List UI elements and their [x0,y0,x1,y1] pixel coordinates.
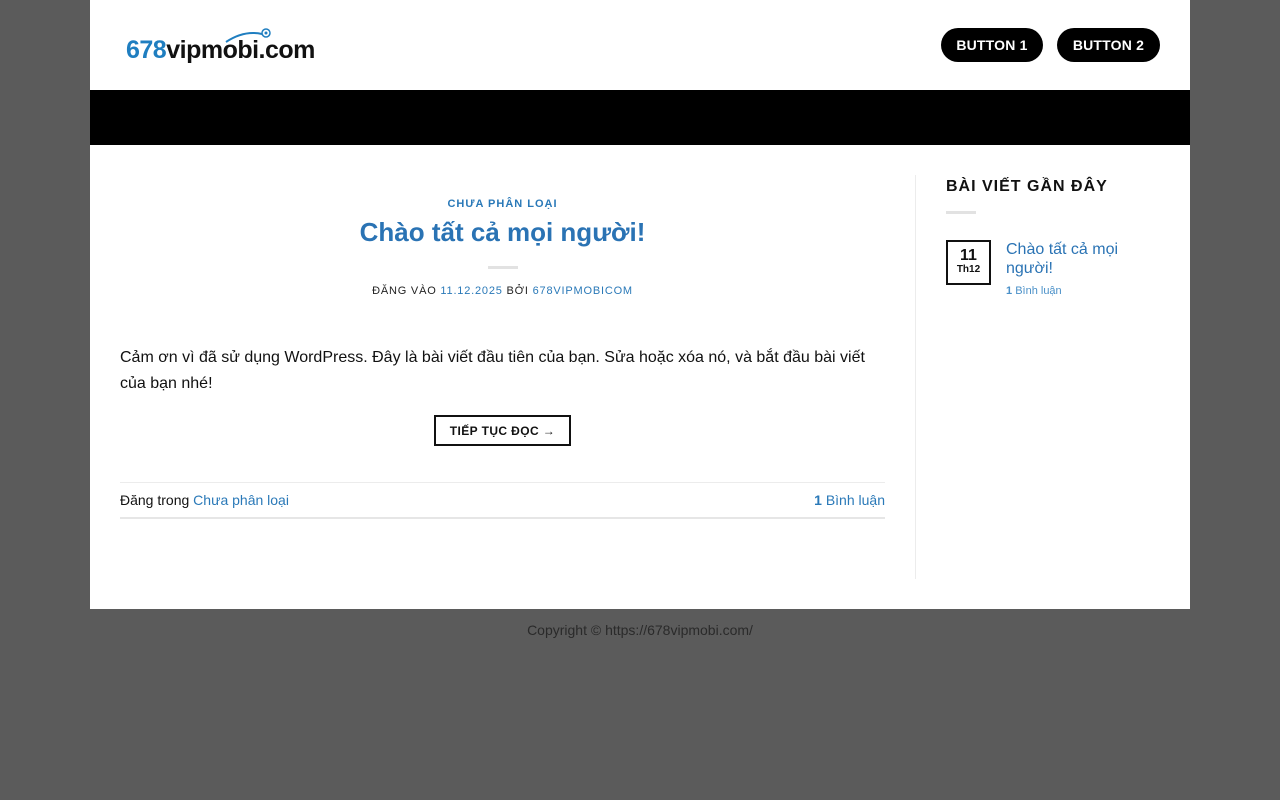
post-category-link[interactable]: CHƯA PHÂN LOẠI [120,198,885,210]
comment-label: Bình luận [825,492,885,508]
button-2[interactable]: BUTTON 2 [1057,28,1160,62]
posted-in-category-link[interactable]: Chưa phân loại [193,492,289,508]
date-day: 11 [960,247,977,264]
post-excerpt: Cảm ơn vì đã sử dụng WordPress. Đây là b… [120,349,865,392]
comment-count: 1 [814,492,822,508]
recent-post-link[interactable]: Chào tất cả mọi người! [1006,240,1156,278]
widget-divider [946,211,976,214]
sidebar-divider [915,175,916,579]
logo-ball-icon [225,28,271,43]
recent-posts-title: BÀI VIẾT GẦN ĐÂY [946,178,1108,195]
post-author-link[interactable]: 678VIPMOBICOM [533,285,633,297]
post-title[interactable]: Chào tất cả mọi người! [120,217,885,248]
site-logo[interactable]: 678vipmobi.com [126,25,315,63]
comments-link[interactable]: 1 Bình luận [814,492,885,508]
page-container: 678vipmobi.com BUTTON 1 BUTTON 2 CHƯA PH… [90,0,1190,609]
meta-by: BỞI [506,285,529,297]
nav-bar [90,90,1190,145]
post-meta: ĐĂNG VÀO 11.12.2025 BỞI 678VIPMOBICOM [120,285,885,297]
copyright-text: Copyright © https://678vipmobi.com/ [527,622,753,638]
site-header: 678vipmobi.com BUTTON 1 BUTTON 2 [90,0,1190,90]
title-divider [488,266,518,269]
posted-in: Đăng trong Chưa phân loại [120,492,289,508]
recent-post-comments-link[interactable]: 1 Bình luận [1006,285,1062,297]
post-date-link[interactable]: 11.12.2025 [440,285,502,297]
recent-post-date-badge: 11 Th12 [946,240,991,285]
meta-prefix: ĐĂNG VÀO [372,285,437,297]
read-more-button[interactable]: TIẾP TỤC ĐỌC → [434,415,571,446]
recent-comment-count: 1 [1006,285,1013,297]
logo-number: 678 [126,36,167,64]
button-1[interactable]: BUTTON 1 [941,28,1043,62]
date-month: Th12 [956,264,981,275]
posted-in-label: Đăng trong [120,492,190,508]
logo-text: 678vipmobi.com [126,28,315,64]
post-footer: Đăng trong Chưa phân loại 1 Bình luận [120,482,885,519]
recent-comment-label: Bình luận [1015,285,1062,297]
